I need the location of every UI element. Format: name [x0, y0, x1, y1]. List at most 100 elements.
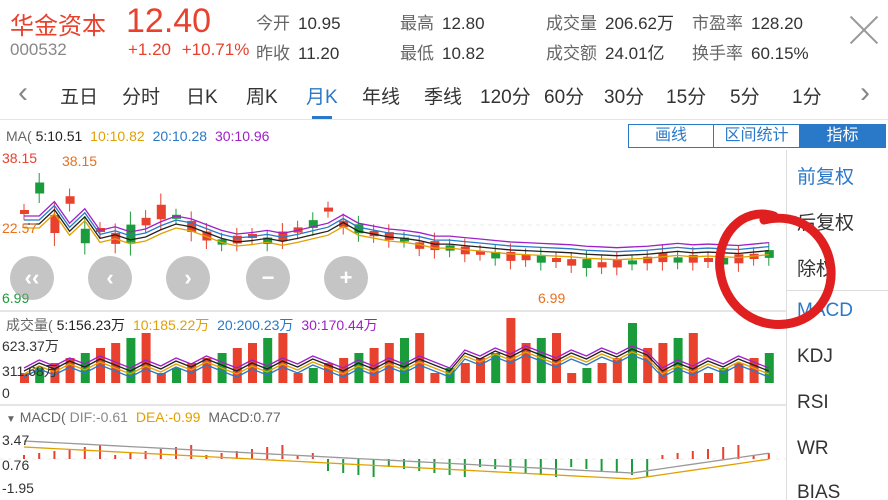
stock-price: 12.40 [126, 2, 212, 40]
macd-mid-label: 0.76 [2, 457, 30, 473]
tab-3[interactable]: 周K [246, 82, 278, 109]
macd-bar [281, 445, 284, 459]
chevron-right-icon[interactable]: › [850, 76, 880, 110]
indicator-side-menu: 前复权 后复权 除权 MACD KDJ RSI WR BIAS [786, 150, 888, 500]
scroll-left-button[interactable]: ‹ [88, 256, 132, 300]
low-label-annotation: 6.99 [538, 290, 566, 306]
indicator-button[interactable]: 指标 [800, 124, 886, 148]
ma30-value: 30:10.96 [214, 128, 270, 144]
volume-bar [704, 373, 713, 383]
zoom-out-button[interactable]: − [246, 256, 290, 300]
volume-bar [172, 368, 181, 383]
candle-body [582, 259, 592, 269]
stat-turnover-rate: 换手率 60.15% [692, 44, 809, 63]
kline-chart[interactable] [0, 121, 786, 500]
tab-9[interactable]: 30分 [604, 82, 644, 109]
tab-2[interactable]: 日K [186, 82, 218, 109]
ma10-value: 10:10.82 [90, 128, 145, 144]
macd-bar [479, 459, 481, 467]
tab-0[interactable]: 五日 [60, 82, 98, 109]
volume-bar [460, 363, 470, 383]
change-amount: +1.20 [128, 40, 172, 59]
macd-bar [661, 455, 664, 459]
macd-bar [615, 459, 618, 473]
stat-high: 最高 12.80 [400, 14, 485, 33]
draw-line-button[interactable]: 画线 [628, 124, 714, 148]
chevron-left-icon[interactable]: ‹ [8, 76, 38, 110]
ma5-value: 5:10.51 [35, 128, 83, 144]
candle-body [734, 254, 744, 264]
stat-low: 最低 10.82 [400, 44, 485, 63]
candle-body [597, 262, 607, 268]
period-tab-bar: ‹ 五日 分时 日K 周K 月K 年线 季线 120分 60分 30分 15分 5分 1分 › [0, 70, 888, 120]
side-item-backward-adjust[interactable]: 后复权 [797, 208, 854, 235]
stat-open: 今开 10.95 [256, 14, 341, 33]
candle-body [552, 258, 561, 262]
tab-1[interactable]: 分时 [122, 82, 160, 109]
candle-body [141, 217, 151, 226]
volume-bar [582, 368, 592, 383]
macd-bar [555, 459, 557, 477]
macd-bar [38, 453, 41, 459]
close-icon[interactable] [848, 14, 882, 48]
macd-bar [129, 453, 132, 459]
macd-bar [53, 451, 56, 459]
scroll-right-button[interactable]: › [166, 256, 210, 300]
candle-body [324, 207, 333, 212]
tab-11[interactable]: 5分 [730, 82, 760, 109]
macd-legend: ▼ MACD( DIF:-0.61 DEA:-0.99 MACD:0.77 [6, 409, 281, 425]
macd-bar [418, 459, 421, 471]
rewind-button[interactable]: ‹‹ [10, 256, 54, 300]
side-item-macd[interactable]: MACD [797, 300, 853, 322]
side-divider [787, 290, 888, 291]
volume-bar [400, 338, 409, 383]
candle-body [20, 210, 29, 214]
tab-8[interactable]: 60分 [544, 82, 584, 109]
side-item-ex-rights[interactable]: 除权 [797, 254, 835, 281]
volume-zero-label: 0 [2, 385, 10, 401]
candle-body [719, 257, 729, 265]
high-label-axis: 38.15 [2, 150, 38, 166]
candle-body [612, 259, 622, 268]
stat-volume: 成交量 206.62万 [546, 14, 674, 33]
tab-4[interactable]: 月K [306, 82, 338, 119]
tab-12[interactable]: 1分 [792, 82, 822, 109]
side-item-bias[interactable]: BIAS [797, 482, 840, 500]
macd-bar [68, 449, 71, 459]
tab-10[interactable]: 15分 [666, 82, 706, 109]
macd-bar [342, 459, 345, 473]
tab-6[interactable]: 季线 [424, 82, 462, 109]
range-stats-button[interactable]: 区间统计 [714, 124, 800, 148]
side-item-wr[interactable]: WR [797, 438, 829, 460]
macd-bar [433, 459, 436, 473]
macd-bar [266, 447, 269, 459]
macd-bar [220, 453, 223, 459]
ma20-value: 20:10.28 [152, 128, 208, 144]
side-item-rsi[interactable]: RSI [797, 392, 829, 414]
side-item-kdj[interactable]: KDJ [797, 346, 833, 368]
mid-label-axis: 22.57 [2, 220, 38, 236]
macd-bar [327, 459, 329, 471]
volume-bar [506, 318, 516, 383]
volume-bar [430, 373, 440, 383]
zoom-in-button[interactable]: + [324, 256, 368, 300]
macd-bar [509, 459, 512, 471]
tab-5[interactable]: 年线 [362, 82, 400, 109]
macd-bar [372, 459, 375, 477]
high-label-annotation: 38.15 [62, 153, 98, 169]
volume-bar [308, 368, 318, 383]
macd-bar [114, 455, 117, 459]
macd-bar [190, 445, 193, 459]
volume-max-label: 623.37万 [2, 338, 59, 354]
macd-bar [646, 459, 649, 477]
ma-legend: MA( 5:10.51 10:10.82 20:10.28 30:10.96 [6, 128, 269, 144]
candle-body [567, 259, 577, 266]
volume-mid-label: 311.68万 [2, 363, 58, 379]
tab-7[interactable]: 120分 [480, 82, 531, 109]
macd-bottom-label: -1.95 [2, 480, 34, 496]
side-item-forward-adjust[interactable]: 前复权 [797, 162, 854, 189]
volume-bar [293, 373, 303, 383]
triangle-down-icon[interactable]: ▼ [6, 414, 16, 425]
chart-toolbar: 画线 区间统计 指标 [628, 124, 886, 148]
volume-bar [688, 333, 698, 383]
